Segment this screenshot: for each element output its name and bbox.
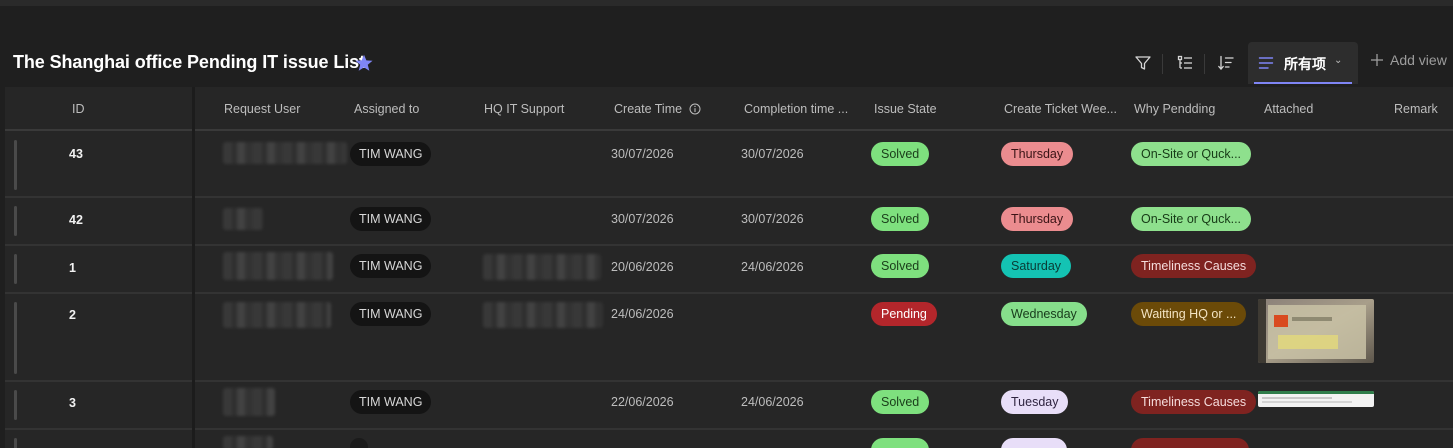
request-user-redacted: [223, 208, 263, 230]
filter-button[interactable]: [1128, 50, 1158, 76]
completion-time-cell: 24/06/2026: [741, 260, 804, 274]
week-day-badge: [1001, 438, 1067, 448]
column-header-id[interactable]: ID: [72, 102, 85, 116]
toolbar-separator: [1204, 54, 1205, 74]
week-day-badge: Thursday: [1001, 142, 1074, 166]
row-id: 3: [69, 396, 76, 410]
top-app-strip: [0, 0, 1453, 6]
sort-icon: [1218, 55, 1234, 70]
week-day-badge: Wednesday: [1001, 302, 1087, 326]
row-id: 42: [69, 213, 83, 227]
row-handle[interactable]: [14, 438, 17, 448]
column-header-remark[interactable]: Remark: [1394, 102, 1438, 116]
info-icon[interactable]: [689, 103, 701, 115]
active-view-indicator: [1254, 82, 1352, 84]
column-header-request-user[interactable]: Request User: [224, 102, 300, 116]
column-header-create-ticket-week[interactable]: Create Ticket Wee...: [1004, 102, 1117, 116]
completion-time-cell: 30/07/2026: [741, 147, 804, 161]
filter-icon: [1135, 56, 1151, 70]
column-header-completion-time[interactable]: Completion time ...: [744, 102, 848, 116]
row-id: 2: [69, 308, 76, 322]
hq-it-support-redacted: [483, 302, 603, 328]
view-selector[interactable]: 所有项 ⌄: [1248, 42, 1358, 84]
assigned-to-chip[interactable]: TIM WANG: [350, 254, 432, 278]
create-time-cell: 24/06/2026: [611, 307, 674, 321]
issue-state-badge: Solved: [871, 254, 930, 278]
assigned-to-chip[interactable]: TIM WANG: [350, 142, 432, 166]
completion-time-cell: 24/06/2026: [741, 395, 804, 409]
column-header-hq-it-support[interactable]: HQ IT Support: [484, 102, 564, 116]
row-handle[interactable]: [14, 140, 17, 190]
star-icon[interactable]: [353, 52, 375, 74]
assigned-to-chip[interactable]: TIM WANG: [350, 302, 432, 326]
why-pending-badge: Waitting HQ or ...: [1131, 302, 1247, 326]
issue-state-badge: Solved: [871, 207, 930, 231]
request-user-redacted: [223, 388, 275, 416]
column-header-attached[interactable]: Attached: [1264, 102, 1313, 116]
list-title: The Shanghai office Pending IT issue Lis…: [13, 52, 365, 72]
view-selector-label: 所有项: [1284, 56, 1326, 72]
table-row[interactable]: [5, 430, 1453, 448]
issue-state-badge: Solved: [871, 390, 930, 414]
issue-state-badge: [871, 438, 929, 448]
table-row[interactable]: 42 TIM WANG 30/07/2026 30/07/2026 Solved…: [5, 198, 1453, 246]
toolbar-separator: [1162, 54, 1163, 74]
assigned-to-chip[interactable]: [350, 438, 368, 448]
request-user-redacted: [223, 302, 331, 328]
assigned-to-chip[interactable]: TIM WANG: [350, 390, 432, 414]
row-id: 1: [69, 261, 76, 275]
row-handle[interactable]: [14, 390, 17, 420]
request-user-redacted: [223, 142, 347, 164]
column-header-why-pending[interactable]: Why Pendding: [1134, 102, 1215, 116]
add-view-label: Add view: [1390, 52, 1447, 68]
list-view-icon: [1258, 57, 1274, 69]
frozen-column-divider: [192, 87, 195, 448]
add-view-button[interactable]: Add view: [1370, 52, 1447, 68]
create-time-cell: 22/06/2026: [611, 395, 674, 409]
why-pending-badge: On-Site or Quck...: [1131, 142, 1252, 166]
sort-button[interactable]: [1211, 50, 1241, 76]
column-header-create-time-label: Create Time: [614, 102, 683, 116]
list-header: The Shanghai office Pending IT issue Lis…: [0, 40, 1453, 86]
create-time-cell: 20/06/2026: [611, 260, 674, 274]
chevron-down-icon: ⌄: [1334, 55, 1343, 66]
row-handle[interactable]: [14, 206, 17, 236]
why-pending-badge: [1131, 438, 1249, 448]
row-handle[interactable]: [14, 254, 17, 284]
week-day-badge: Saturday: [1001, 254, 1072, 278]
request-user-redacted: [223, 252, 333, 280]
plus-icon: [1371, 54, 1383, 66]
row-id: 43: [69, 147, 83, 161]
column-header-create-time[interactable]: Create Time: [614, 102, 701, 116]
table-row[interactable]: 1 TIM WANG 20/06/2026 24/06/2026 Solved …: [5, 246, 1453, 294]
row-handle[interactable]: [14, 302, 17, 374]
assigned-to-chip[interactable]: TIM WANG: [350, 207, 432, 231]
issue-state-badge: Pending: [871, 302, 937, 326]
table-row[interactable]: 3 TIM WANG 22/06/2026 24/06/2026 Solved …: [5, 382, 1453, 430]
group-list-icon: [1177, 55, 1192, 69]
table-row[interactable]: 43 TIM WANG 30/07/2026 30/07/2026 Solved…: [5, 132, 1453, 198]
issue-grid: ID Request User Assigned to HQ IT Suppor…: [5, 87, 1453, 448]
request-user-redacted: [223, 436, 273, 448]
attachment-thumbnail[interactable]: [1258, 299, 1374, 363]
group-button[interactable]: [1170, 50, 1200, 76]
create-time-cell: 30/07/2026: [611, 212, 674, 226]
create-time-cell: 30/07/2026: [611, 147, 674, 161]
week-day-badge: Thursday: [1001, 207, 1074, 231]
why-pending-badge: Timeliness Causes: [1131, 254, 1257, 278]
hq-it-support-redacted: [483, 254, 601, 280]
table-row[interactable]: 2 TIM WANG 24/06/2026 Pending Wednesday …: [5, 294, 1453, 382]
column-header-assigned-to[interactable]: Assigned to: [354, 102, 419, 116]
completion-time-cell: 30/07/2026: [741, 212, 804, 226]
column-header-issue-state[interactable]: Issue State: [874, 102, 937, 116]
attachment-thumbnail[interactable]: [1258, 391, 1374, 407]
why-pending-badge: On-Site or Quck...: [1131, 207, 1252, 231]
issue-state-badge: Solved: [871, 142, 930, 166]
why-pending-badge: Timeliness Causes: [1131, 390, 1257, 414]
week-day-badge: Tuesday: [1001, 390, 1069, 414]
column-header-row: ID Request User Assigned to HQ IT Suppor…: [5, 87, 1453, 131]
